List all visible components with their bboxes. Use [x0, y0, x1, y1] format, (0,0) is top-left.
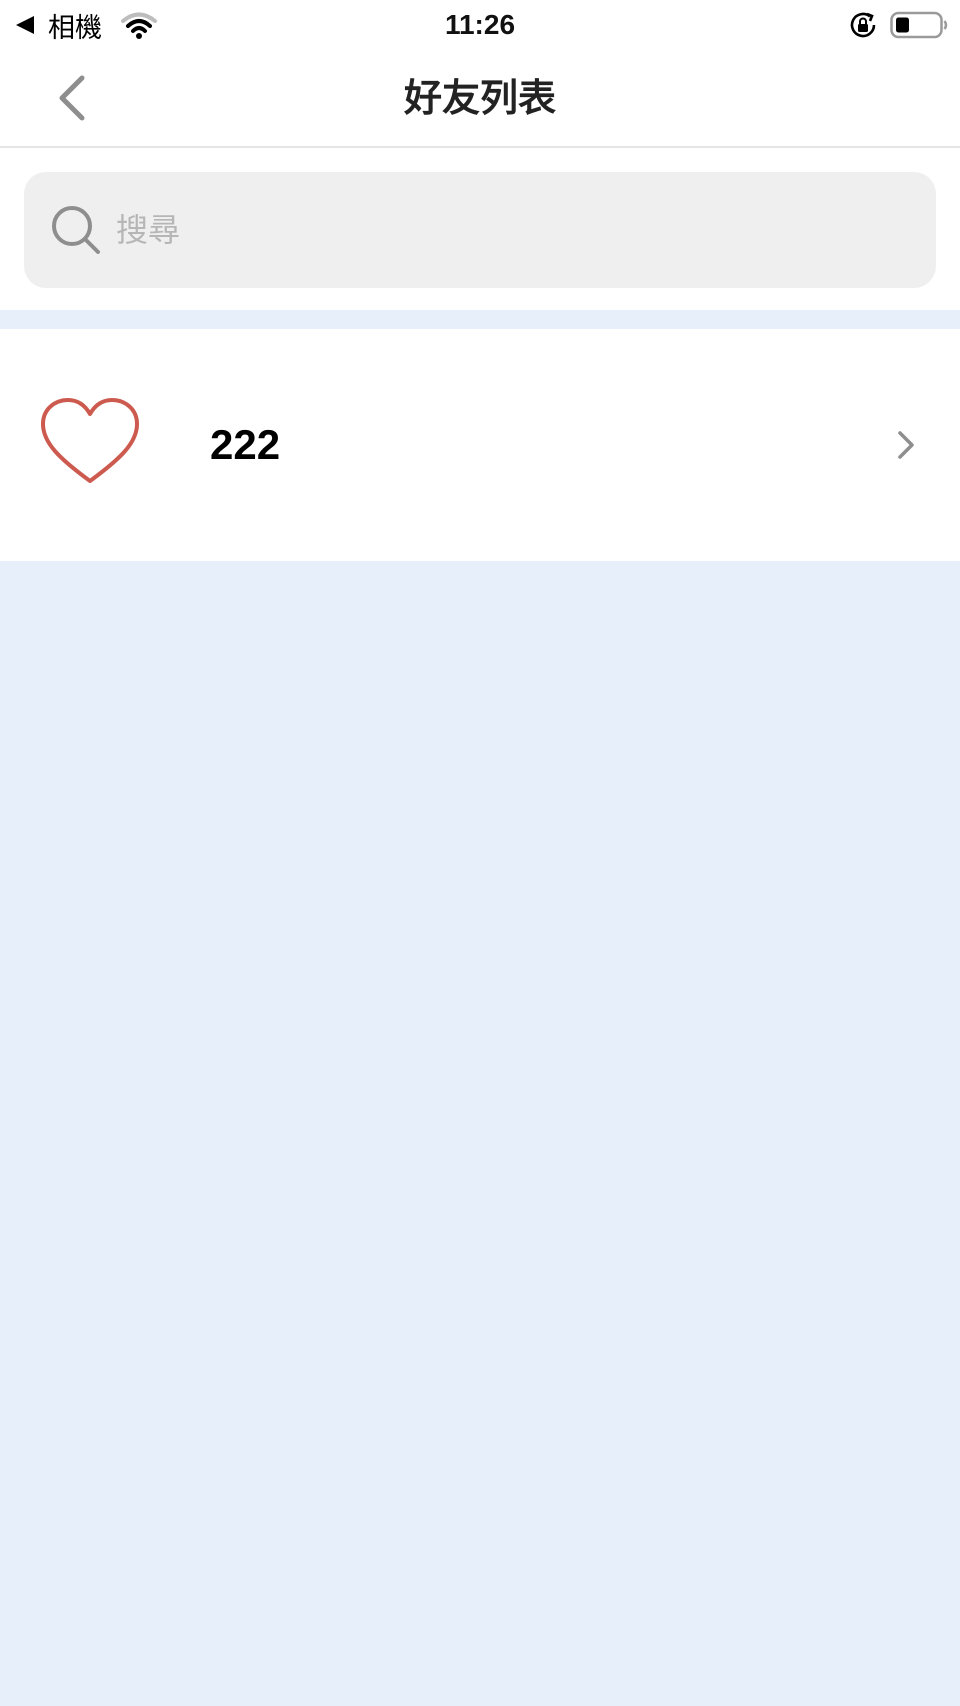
search-box[interactable]	[24, 172, 936, 288]
chevron-left-icon	[59, 75, 85, 121]
friend-row[interactable]: 222	[0, 329, 960, 561]
search-icon	[52, 206, 100, 254]
status-time: 11:26	[444, 9, 516, 40]
friend-list: 222	[0, 329, 960, 561]
friend-name: 222	[210, 421, 281, 468]
page-title: 好友列表	[403, 76, 556, 120]
rotation-lock-icon	[850, 12, 876, 38]
status-bar: 相機 11:26	[0, 0, 960, 50]
battery-icon	[890, 11, 948, 39]
search-input[interactable]	[116, 200, 896, 260]
chevron-right-icon	[898, 431, 914, 459]
back-button[interactable]	[44, 70, 100, 126]
heart-icon	[41, 398, 139, 483]
search-section	[0, 148, 960, 310]
navigation-bar: 好友列表	[0, 50, 960, 148]
status-right	[848, 8, 948, 42]
